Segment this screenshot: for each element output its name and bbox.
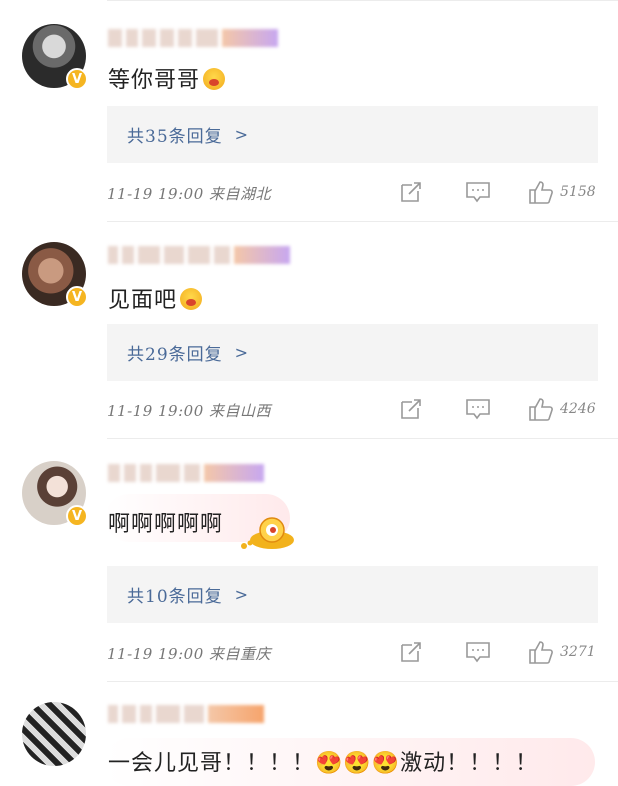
chevron-right-icon: >	[234, 125, 250, 144]
divider	[107, 681, 618, 682]
crying-emoji-icon	[203, 68, 226, 90]
comment-icon	[466, 399, 490, 420]
thumbs-up-icon	[529, 181, 553, 204]
username-blurred[interactable]	[108, 703, 288, 727]
verified-badge-icon: V	[66, 286, 88, 308]
comment-text: 啊啊啊啊啊	[108, 512, 224, 537]
username-blurred[interactable]	[108, 244, 308, 268]
like-count: 4246	[560, 401, 596, 417]
divider	[107, 221, 618, 222]
kiss-emoji-icon	[180, 288, 203, 310]
share-icon	[401, 642, 421, 662]
comment-button[interactable]	[465, 396, 491, 422]
avatar[interactable]: V	[22, 461, 88, 527]
reply-count-button[interactable]: 共29条回复 >	[107, 324, 598, 381]
like-button[interactable]: 3271	[528, 639, 596, 665]
reply-count-label: 共29条回复	[127, 345, 223, 365]
reply-count-button[interactable]: 共10条回复 >	[107, 566, 598, 623]
reply-count-label: 共35条回复	[127, 127, 223, 147]
comment-button[interactable]	[465, 179, 491, 205]
reply-count-button[interactable]: 共35条回复 >	[107, 106, 598, 163]
divider	[107, 0, 618, 1]
comment-icon	[466, 182, 490, 203]
avatar[interactable]: V	[22, 242, 88, 308]
share-icon	[401, 399, 421, 419]
reply-count-label: 共10条回复	[127, 587, 223, 607]
thumbs-up-icon	[529, 641, 553, 664]
share-button[interactable]	[399, 179, 423, 205]
comment-text: 等你哥哥	[108, 62, 226, 94]
like-button[interactable]: 4246	[528, 396, 596, 422]
verified-badge-icon: V	[66, 505, 88, 527]
username-blurred[interactable]	[108, 462, 288, 486]
thumbs-up-icon	[529, 398, 553, 421]
chevron-right-icon: >	[234, 585, 250, 604]
like-count: 5158	[560, 184, 596, 200]
chevron-right-icon: >	[234, 343, 250, 362]
like-count: 3271	[560, 644, 596, 660]
gold-ingot-sticker-icon	[236, 512, 298, 552]
verified-badge-icon: V	[66, 68, 88, 90]
avatar[interactable]: V	[22, 24, 88, 90]
share-button[interactable]	[399, 639, 423, 665]
comment-button[interactable]	[465, 639, 491, 665]
share-button[interactable]	[399, 396, 423, 422]
comment-icon	[466, 642, 490, 663]
username-blurred[interactable]	[108, 27, 288, 51]
divider	[107, 438, 618, 439]
share-icon	[401, 182, 421, 202]
comment-text: 见面吧	[108, 282, 203, 314]
avatar[interactable]	[22, 702, 86, 766]
like-button[interactable]: 5158	[528, 179, 596, 205]
comment-text: 一会儿见哥！！！！😍😍😍激动！！！！	[108, 751, 539, 776]
